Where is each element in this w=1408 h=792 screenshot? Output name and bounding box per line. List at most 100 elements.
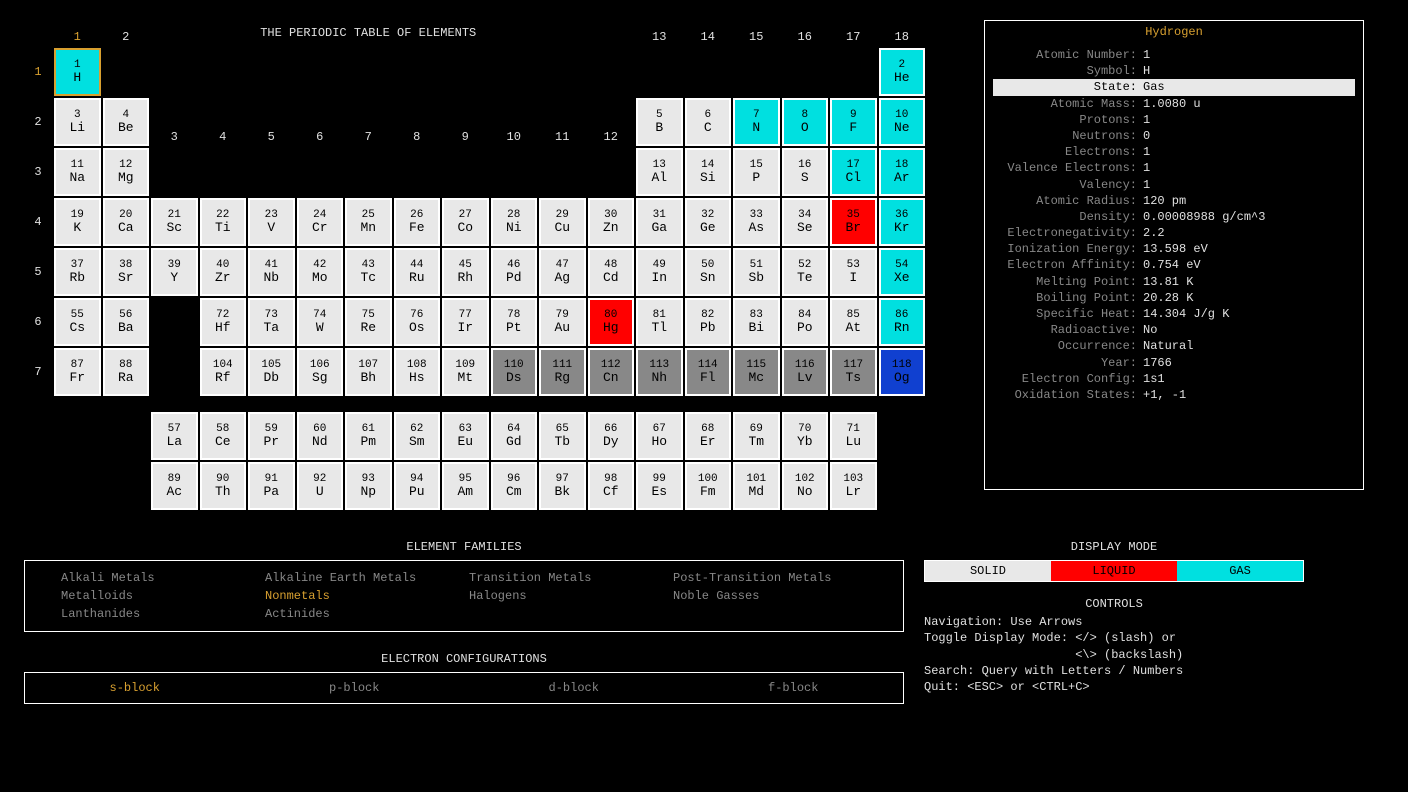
- family-item[interactable]: Halogens: [469, 589, 663, 603]
- element-Ra[interactable]: 88Ra: [103, 348, 150, 396]
- element-Sc[interactable]: 21Sc: [151, 198, 198, 246]
- element-Ts[interactable]: 117Ts: [830, 348, 877, 396]
- element-Au[interactable]: 79Au: [539, 298, 586, 346]
- element-Np[interactable]: 93Np: [345, 462, 392, 510]
- element-Os[interactable]: 76Os: [394, 298, 441, 346]
- element-Al[interactable]: 13Al: [636, 148, 683, 196]
- element-Pu[interactable]: 94Pu: [394, 462, 441, 510]
- element-Cm[interactable]: 96Cm: [491, 462, 538, 510]
- mode-liquid[interactable]: LIQUID: [1051, 561, 1177, 581]
- element-Ru[interactable]: 44Ru: [394, 248, 441, 296]
- element-Rf[interactable]: 104Rf: [200, 348, 247, 396]
- element-Zr[interactable]: 40Zr: [200, 248, 247, 296]
- element-Cf[interactable]: 98Cf: [588, 462, 635, 510]
- element-Pb[interactable]: 82Pb: [685, 298, 732, 346]
- element-Ne[interactable]: 10Ne: [879, 98, 926, 146]
- element-Ho[interactable]: 67Ho: [636, 412, 683, 460]
- family-item[interactable]: Nonmetals: [265, 589, 459, 603]
- element-Sm[interactable]: 62Sm: [394, 412, 441, 460]
- element-Ag[interactable]: 47Ag: [539, 248, 586, 296]
- element-F[interactable]: 9F: [830, 98, 877, 146]
- element-Am[interactable]: 95Am: [442, 462, 489, 510]
- element-Hs[interactable]: 108Hs: [394, 348, 441, 396]
- element-Fm[interactable]: 100Fm: [685, 462, 732, 510]
- element-Tm[interactable]: 69Tm: [733, 412, 780, 460]
- element-Lu[interactable]: 71Lu: [830, 412, 877, 460]
- mode-gas[interactable]: GAS: [1177, 561, 1303, 581]
- element-Ca[interactable]: 20Ca: [103, 198, 150, 246]
- element-Be[interactable]: 4Be: [103, 98, 150, 146]
- element-Mt[interactable]: 109Mt: [442, 348, 489, 396]
- element-Mg[interactable]: 12Mg: [103, 148, 150, 196]
- element-Pt[interactable]: 78Pt: [491, 298, 538, 346]
- family-item[interactable]: Alkaline Earth Metals: [265, 571, 459, 585]
- family-item[interactable]: Lanthanides: [61, 607, 255, 621]
- element-Y[interactable]: 39Y: [151, 248, 198, 296]
- element-Rh[interactable]: 45Rh: [442, 248, 489, 296]
- element-Rg[interactable]: 111Rg: [539, 348, 586, 396]
- element-Ac[interactable]: 89Ac: [151, 462, 198, 510]
- element-C[interactable]: 6C: [685, 98, 732, 146]
- element-U[interactable]: 92U: [297, 462, 344, 510]
- element-Pm[interactable]: 61Pm: [345, 412, 392, 460]
- element-Te[interactable]: 52Te: [782, 248, 829, 296]
- element-As[interactable]: 33As: [733, 198, 780, 246]
- element-Br[interactable]: 35Br: [830, 198, 877, 246]
- element-Dy[interactable]: 66Dy: [588, 412, 635, 460]
- element-Cs[interactable]: 55Cs: [54, 298, 101, 346]
- element-Zn[interactable]: 30Zn: [588, 198, 635, 246]
- element-B[interactable]: 5B: [636, 98, 683, 146]
- element-N[interactable]: 7N: [733, 98, 780, 146]
- element-Bh[interactable]: 107Bh: [345, 348, 392, 396]
- element-Kr[interactable]: 36Kr: [879, 198, 926, 246]
- element-K[interactable]: 19K: [54, 198, 101, 246]
- element-Fr[interactable]: 87Fr: [54, 348, 101, 396]
- element-Sg[interactable]: 106Sg: [297, 348, 344, 396]
- element-Sn[interactable]: 50Sn: [685, 248, 732, 296]
- block-item[interactable]: d-block: [549, 681, 599, 695]
- element-Mo[interactable]: 42Mo: [297, 248, 344, 296]
- block-item[interactable]: f-block: [768, 681, 818, 695]
- element-I[interactable]: 53I: [830, 248, 877, 296]
- mode-solid[interactable]: SOLID: [925, 561, 1051, 581]
- element-Rn[interactable]: 86Rn: [879, 298, 926, 346]
- element-Ni[interactable]: 28Ni: [491, 198, 538, 246]
- block-item[interactable]: p-block: [329, 681, 379, 695]
- element-Sb[interactable]: 51Sb: [733, 248, 780, 296]
- element-Po[interactable]: 84Po: [782, 298, 829, 346]
- family-item[interactable]: Post-Transition Metals: [673, 571, 867, 585]
- element-Rb[interactable]: 37Rb: [54, 248, 101, 296]
- element-Ar[interactable]: 18Ar: [879, 148, 926, 196]
- block-item[interactable]: s-block: [110, 681, 160, 695]
- element-He[interactable]: 2He: [879, 48, 926, 96]
- element-Cd[interactable]: 48Cd: [588, 248, 635, 296]
- element-Yb[interactable]: 70Yb: [782, 412, 829, 460]
- element-S[interactable]: 16S: [782, 148, 829, 196]
- element-Lr[interactable]: 103Lr: [830, 462, 877, 510]
- element-Ds[interactable]: 110Ds: [491, 348, 538, 396]
- element-Gd[interactable]: 64Gd: [491, 412, 538, 460]
- element-Bi[interactable]: 83Bi: [733, 298, 780, 346]
- element-Ti[interactable]: 22Ti: [200, 198, 247, 246]
- element-Og[interactable]: 118Og: [879, 348, 926, 396]
- element-Pr[interactable]: 59Pr: [248, 412, 295, 460]
- element-Mn[interactable]: 25Mn: [345, 198, 392, 246]
- element-Es[interactable]: 99Es: [636, 462, 683, 510]
- element-Se[interactable]: 34Se: [782, 198, 829, 246]
- element-Cu[interactable]: 29Cu: [539, 198, 586, 246]
- element-Ta[interactable]: 73Ta: [248, 298, 295, 346]
- element-Eu[interactable]: 63Eu: [442, 412, 489, 460]
- element-Th[interactable]: 90Th: [200, 462, 247, 510]
- element-Na[interactable]: 11Na: [54, 148, 101, 196]
- element-Re[interactable]: 75Re: [345, 298, 392, 346]
- element-Nb[interactable]: 41Nb: [248, 248, 295, 296]
- element-Ga[interactable]: 31Ga: [636, 198, 683, 246]
- element-Co[interactable]: 27Co: [442, 198, 489, 246]
- element-La[interactable]: 57La: [151, 412, 198, 460]
- element-H[interactable]: 1H: [54, 48, 101, 96]
- element-Db[interactable]: 105Db: [248, 348, 295, 396]
- family-item[interactable]: Metalloids: [61, 589, 255, 603]
- family-item[interactable]: Noble Gasses: [673, 589, 867, 603]
- element-At[interactable]: 85At: [830, 298, 877, 346]
- element-Cr[interactable]: 24Cr: [297, 198, 344, 246]
